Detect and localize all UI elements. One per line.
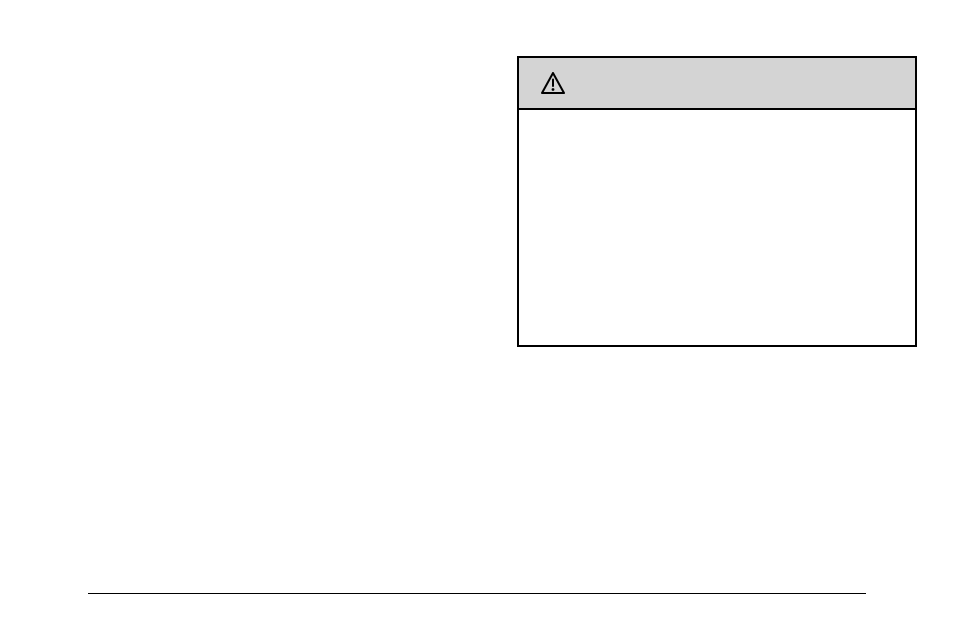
caution-box xyxy=(517,56,917,347)
caution-body-text xyxy=(519,110,915,345)
footer-rule xyxy=(88,593,866,594)
warning-icon xyxy=(541,72,565,94)
document-page xyxy=(0,0,954,636)
caution-header xyxy=(519,58,915,110)
